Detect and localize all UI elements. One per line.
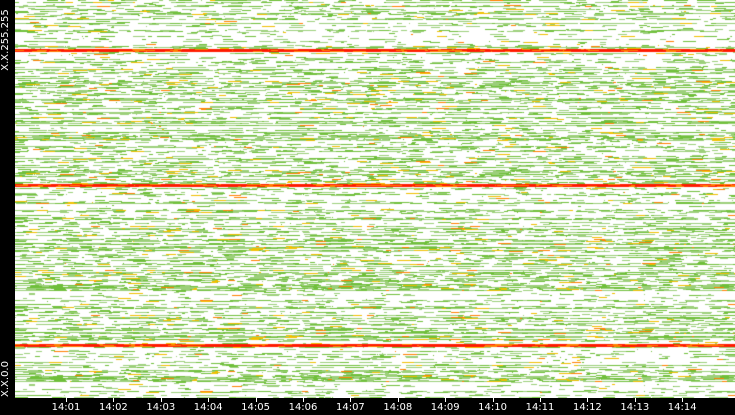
- x-tick-label: 14:09: [430, 402, 460, 413]
- x-tick-label: 14:05: [241, 402, 270, 413]
- x-tick-label: 14:07: [335, 402, 365, 413]
- heatmap-cells: [15, 0, 735, 398]
- y-tick-label-top: X.X.255.255: [0, 9, 11, 71]
- x-tick-label: 14:10: [478, 402, 507, 413]
- heatmap-plot-area: [15, 0, 735, 398]
- x-tick-label: 14:01: [51, 402, 81, 413]
- x-tick-label: 14:06: [288, 402, 318, 413]
- x-tick-label: 14:11: [525, 402, 555, 413]
- x-tick-label: 14:03: [146, 402, 176, 413]
- x-tick-label: 14:12: [572, 402, 602, 413]
- y-tick-label-bottom: X.X.0.0: [0, 361, 11, 397]
- chart-root: X.X.255.255 X.X.0.0 14:01 14:02 14:03 14:04…: [0, 0, 735, 415]
- x-tick-label: 14:02: [98, 402, 128, 413]
- x-axis: 14:01 14:02 14:03 14:04 14:05 14:06 14:07 14:08…: [15, 398, 735, 415]
- x-tick-label: 14:14: [667, 402, 697, 413]
- x-tick-label: 14:13: [620, 402, 650, 413]
- x-tick-label: 14:04: [193, 402, 223, 413]
- x-tick-label: 14:08: [383, 402, 413, 413]
